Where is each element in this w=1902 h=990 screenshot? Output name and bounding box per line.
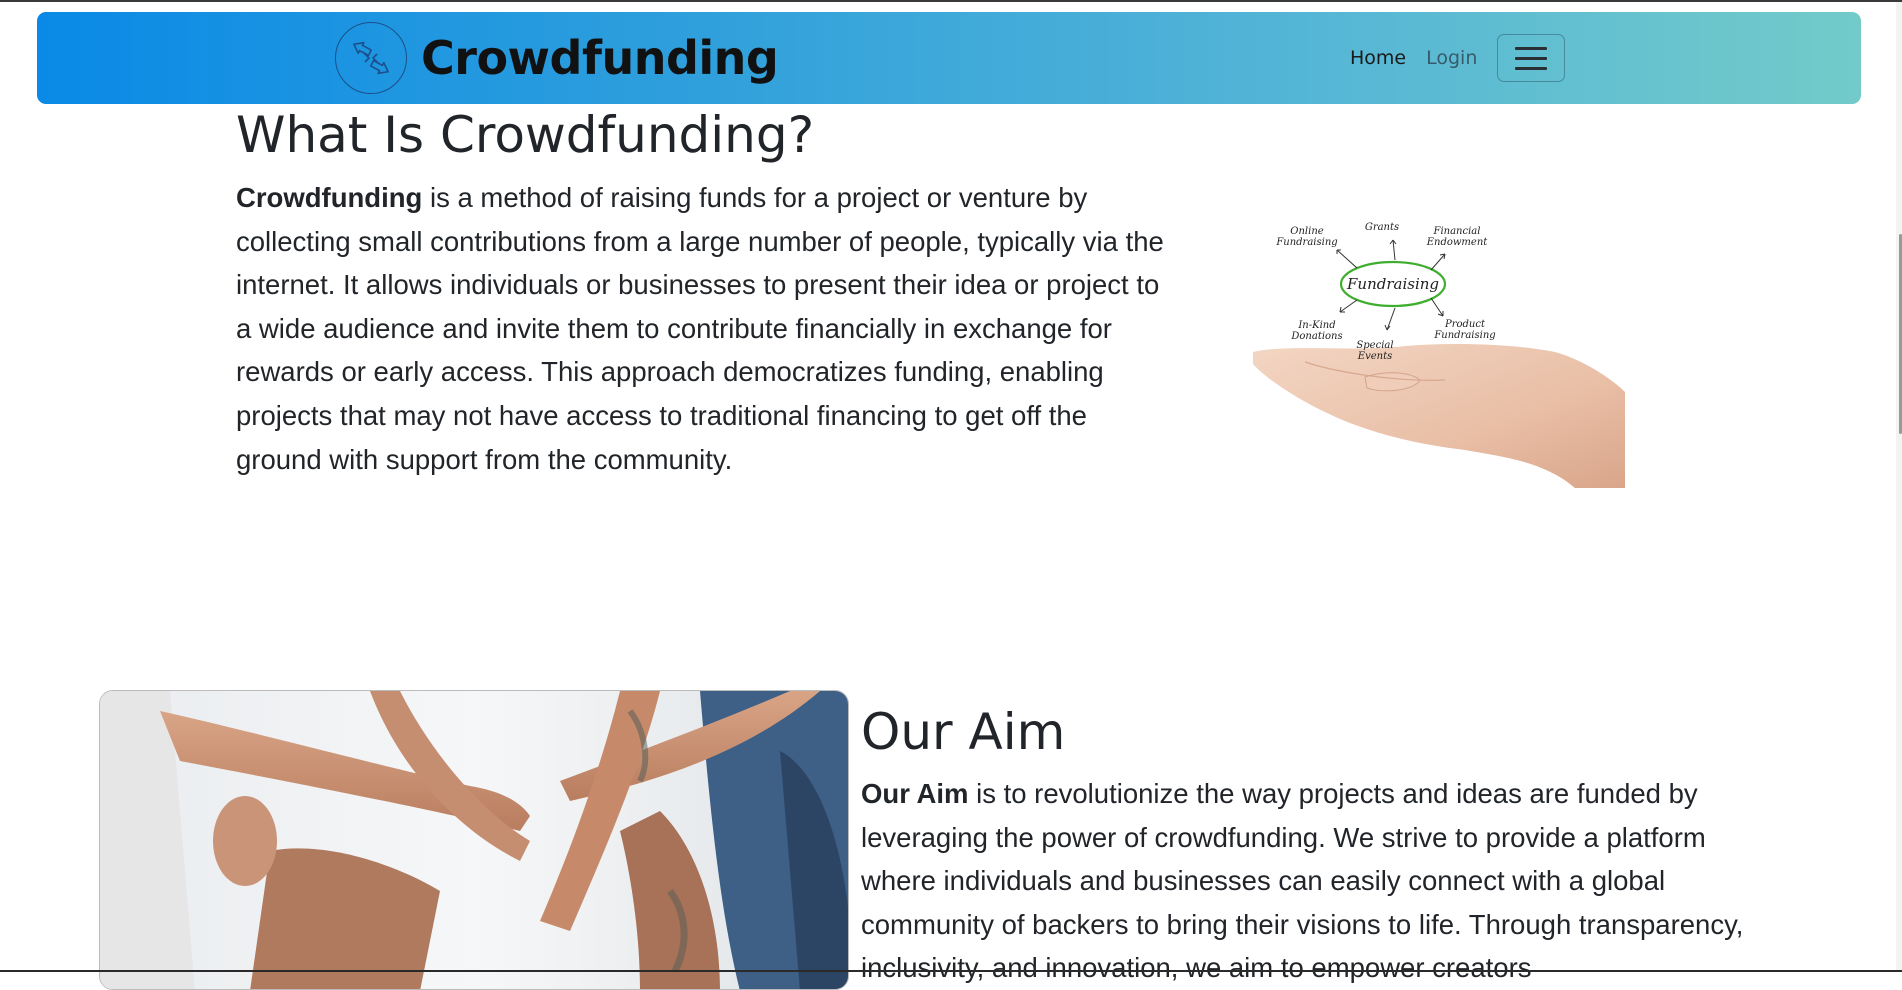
image-label-product-fundraising: Fundraising [1433, 330, 1495, 341]
page-scrollbar[interactable] [1896, 2, 1902, 970]
fundraising-hand-image: Fundraising Online Fundraising Grants Fi… [1245, 212, 1625, 488]
paragraph-body: is a method of raising funds for a proje… [236, 182, 1164, 475]
hamburger-icon[interactable] [1497, 34, 1566, 82]
nav-link-login[interactable]: Login [1426, 47, 1477, 69]
lead-term: Crowdfunding [236, 182, 423, 213]
section-text-what-is-crowdfunding: Crowdfunding is a method of raising fund… [236, 176, 1166, 481]
image-label-fundraising: Fundraising [1275, 237, 1337, 248]
image-label-product: Product [1444, 319, 1486, 330]
section-title-our-aim: Our Aim [861, 703, 1066, 761]
arrows-exchange-icon [335, 22, 407, 94]
image-label-special: Special [1356, 340, 1393, 351]
image-label-events: Events [1357, 351, 1392, 362]
window-top-border [0, 0, 1902, 2]
image-center-label: Fundraising [1346, 275, 1439, 293]
image-label-grants: Grants [1365, 222, 1399, 233]
section-text-our-aim: Our Aim is to revolutionize the way proj… [861, 772, 1781, 990]
hamburger-bar [1515, 66, 1548, 70]
nav-link-home[interactable]: Home [1350, 47, 1406, 69]
image-label-financial: Financial [1433, 226, 1481, 237]
navbar: Crowdfunding Home Login [37, 12, 1861, 104]
image-label-online: Online [1290, 226, 1323, 237]
image-label-donations: Donations [1290, 331, 1342, 342]
section-title-what-is-crowdfunding: What Is Crowdfunding? [236, 106, 815, 164]
nav-links: Home Login [1350, 34, 1566, 82]
image-label-in-kind: In-Kind [1297, 320, 1335, 331]
image-label-endowment: Endowment [1426, 237, 1489, 248]
brand-name[interactable]: Crowdfunding [421, 31, 779, 85]
lead-term: Our Aim [861, 778, 969, 809]
brand[interactable]: Crowdfunding [335, 21, 779, 95]
hamburger-bar [1515, 46, 1548, 50]
team-hands-photo [99, 690, 849, 990]
hamburger-bar [1515, 56, 1548, 60]
paragraph-body: is to revolutionize the way projects and… [861, 778, 1744, 984]
